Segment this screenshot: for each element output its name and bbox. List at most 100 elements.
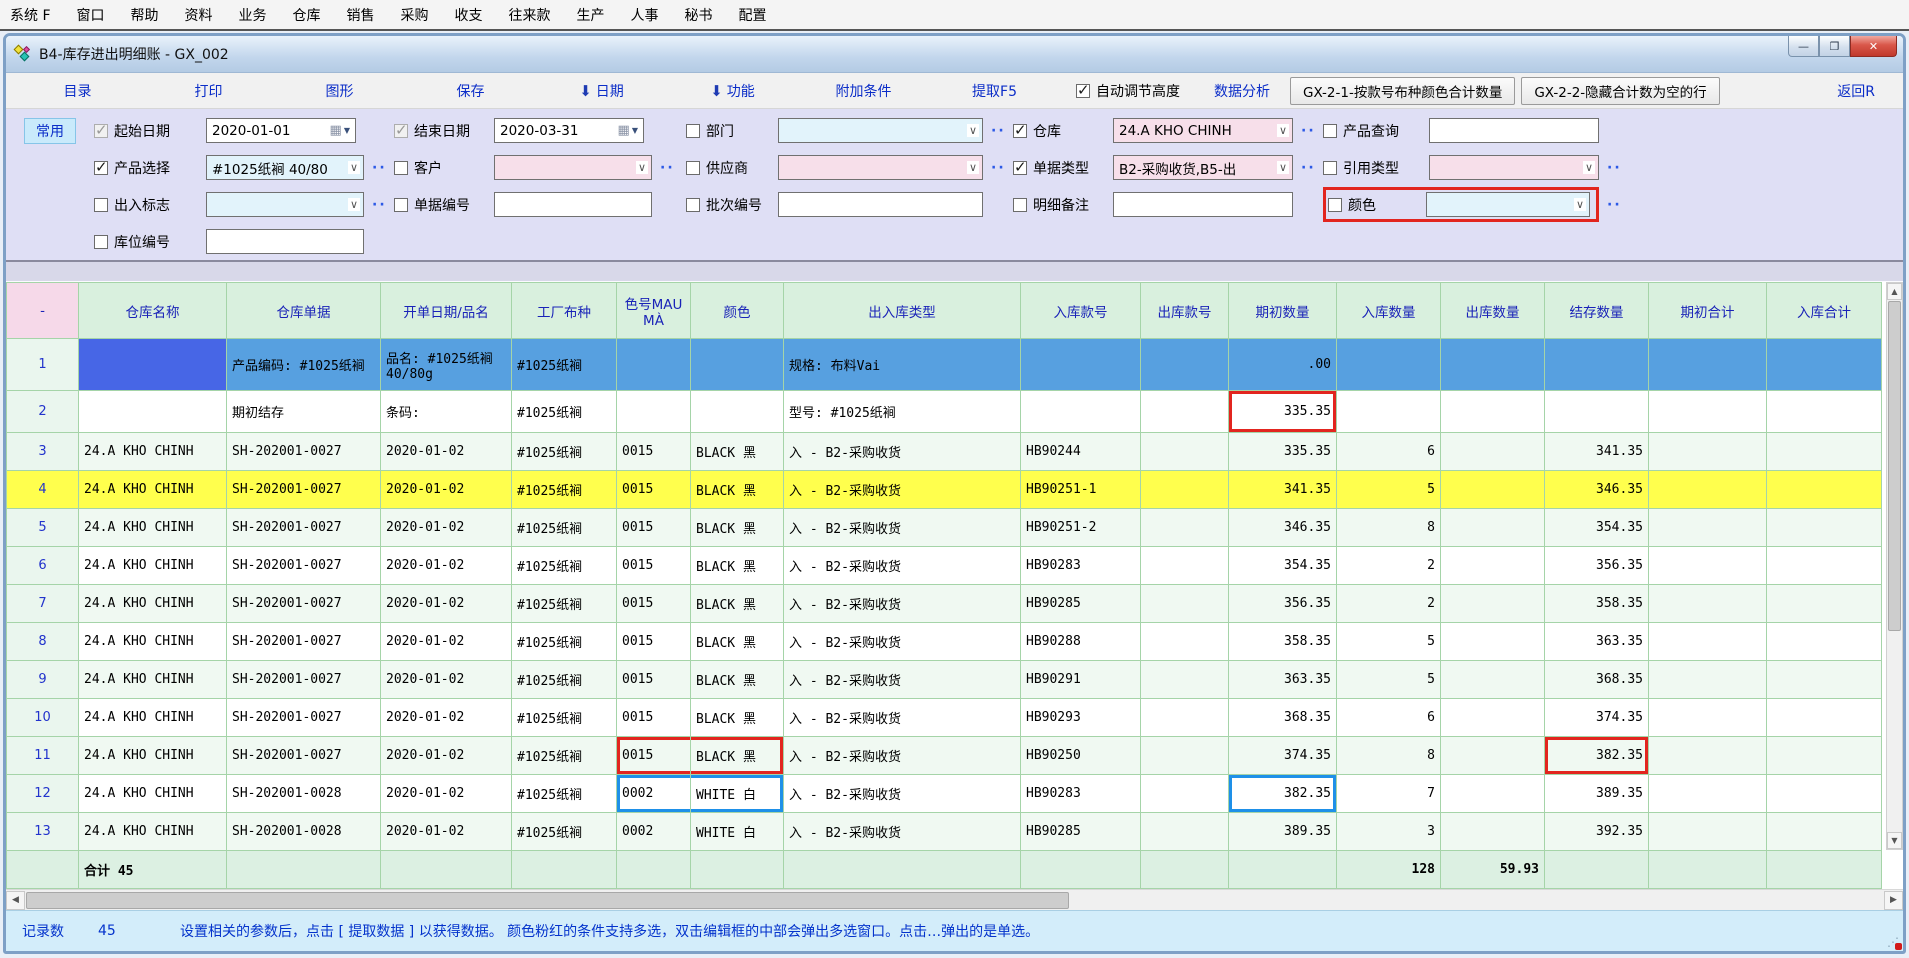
- cell-warehouse[interactable]: 24.A KHO CHINH: [79, 699, 227, 737]
- multi-select-dots[interactable]: ··: [1301, 123, 1323, 139]
- cell-color_no[interactable]: 0015: [617, 699, 691, 737]
- cell-open_total[interactable]: [1649, 471, 1767, 509]
- cell-in_style[interactable]: HB90285: [1021, 585, 1141, 623]
- print-button[interactable]: 打印: [143, 81, 274, 101]
- cell-type[interactable]: 型号: #1025纸裥: [784, 391, 1021, 433]
- cell-date[interactable]: 2020-01-02: [381, 775, 512, 813]
- cell-type[interactable]: 入 - B2-采购收货: [784, 737, 1021, 775]
- cell-type[interactable]: 入 - B2-采购收货: [784, 775, 1021, 813]
- cell-open_total[interactable]: [1649, 813, 1767, 851]
- cell-out_style[interactable]: [1141, 339, 1229, 391]
- cell-balance_qty[interactable]: 389.35: [1545, 775, 1649, 813]
- cell-open_qty[interactable]: 354.35: [1229, 547, 1337, 585]
- cell-fabric[interactable]: #1025纸裥: [512, 471, 617, 509]
- menu-item[interactable]: 配置: [739, 5, 767, 25]
- cell-open_total[interactable]: [1649, 699, 1767, 737]
- cell-in_style[interactable]: HB90293: [1021, 699, 1141, 737]
- cell-date[interactable]: 品名: #1025纸裥 40/80g: [381, 339, 512, 391]
- horizontal-scroll-thumb[interactable]: [26, 892, 1069, 909]
- cell-color_no[interactable]: 0015: [617, 433, 691, 471]
- menu-item[interactable]: 秘书: [685, 5, 713, 25]
- cell-date[interactable]: 2020-01-02: [381, 737, 512, 775]
- cell-color_no[interactable]: 0015: [617, 471, 691, 509]
- menu-item[interactable]: 人事: [631, 5, 659, 25]
- cell-color_no[interactable]: 0002: [617, 775, 691, 813]
- cell-doc[interactable]: SH-202001-0028: [227, 775, 381, 813]
- cell-out_style[interactable]: [1141, 391, 1229, 433]
- cell-warehouse[interactable]: 24.A KHO CHINH: [79, 585, 227, 623]
- supplier-checkbox[interactable]: 供应商: [686, 158, 778, 178]
- ref-type-checkbox[interactable]: 引用类型: [1323, 158, 1429, 178]
- department-dropdown[interactable]: ∨: [778, 118, 983, 143]
- cell-in_qty[interactable]: [1337, 339, 1441, 391]
- cell-warehouse[interactable]: 24.A KHO CHINH: [79, 775, 227, 813]
- cell-in_style[interactable]: HB90288: [1021, 623, 1141, 661]
- cell-out_qty[interactable]: [1441, 339, 1545, 391]
- cell-color[interactable]: BLACK 黑: [691, 661, 784, 699]
- cell-in_qty[interactable]: 2: [1337, 547, 1441, 585]
- cell-in_total[interactable]: [1767, 661, 1882, 699]
- cell-color_no[interactable]: 0015: [617, 585, 691, 623]
- cell-color[interactable]: WHITE 白: [691, 813, 784, 851]
- cell-date[interactable]: 2020-01-02: [381, 813, 512, 851]
- warehouse-checkbox[interactable]: 仓库: [1013, 121, 1113, 141]
- cell-open_qty[interactable]: 335.35: [1229, 391, 1337, 433]
- cell-in_total[interactable]: [1767, 623, 1882, 661]
- cell-open_qty[interactable]: 346.35: [1229, 509, 1337, 547]
- product-select-checkbox[interactable]: 产品选择: [94, 158, 206, 178]
- cell-in_style[interactable]: [1021, 339, 1141, 391]
- detail-note-input[interactable]: [1113, 192, 1293, 217]
- column-header-num[interactable]: -: [7, 283, 79, 339]
- menu-item[interactable]: 销售: [347, 5, 375, 25]
- inout-flag-dropdown[interactable]: ∨: [206, 192, 364, 217]
- cell-open_total[interactable]: [1649, 661, 1767, 699]
- cell-open_total[interactable]: [1649, 391, 1767, 433]
- cell-doc[interactable]: SH-202001-0027: [227, 699, 381, 737]
- cell-in_qty[interactable]: 6: [1337, 699, 1441, 737]
- cell-fabric[interactable]: #1025纸裥: [512, 661, 617, 699]
- column-header-color[interactable]: 颜色: [691, 283, 784, 339]
- cell-out_style[interactable]: [1141, 813, 1229, 851]
- cell-doc[interactable]: SH-202001-0027: [227, 737, 381, 775]
- cell-in_total[interactable]: [1767, 585, 1882, 623]
- cell-in_style[interactable]: HB90283: [1021, 775, 1141, 813]
- cell-type[interactable]: 规格: 布料Vai: [784, 339, 1021, 391]
- warehouse-dropdown[interactable]: 24.A KHO CHINH∨: [1113, 118, 1293, 143]
- doc-no-input[interactable]: [494, 192, 652, 217]
- cell-doc[interactable]: 产品编码: #1025纸裥: [227, 339, 381, 391]
- doc-type-dropdown[interactable]: B2-采购收货,B5-出∨: [1113, 155, 1293, 180]
- cell-balance_qty[interactable]: 374.35: [1545, 699, 1649, 737]
- cell-out_qty[interactable]: [1441, 471, 1545, 509]
- cell-doc[interactable]: SH-202001-0028: [227, 813, 381, 851]
- menu-item[interactable]: 系统 F: [10, 5, 51, 25]
- table-row[interactable]: 624.A KHO CHINHSH-202001-00272020-01-02#…: [7, 547, 1882, 585]
- cell-color_no[interactable]: 0015: [617, 737, 691, 775]
- detail-note-checkbox[interactable]: 明细备注: [1013, 195, 1113, 215]
- multi-select-dots[interactable]: ··: [1301, 160, 1323, 176]
- cell-open_qty[interactable]: 358.35: [1229, 623, 1337, 661]
- cell-open_qty[interactable]: 335.35: [1229, 433, 1337, 471]
- location-no-checkbox[interactable]: 库位编号: [94, 232, 206, 252]
- cell-warehouse[interactable]: 24.A KHO CHINH: [79, 737, 227, 775]
- product-query-input[interactable]: [1429, 118, 1599, 143]
- cell-open_qty[interactable]: 382.35: [1229, 775, 1337, 813]
- menu-item[interactable]: 往来款: [509, 5, 551, 25]
- cell-in_qty[interactable]: 3: [1337, 813, 1441, 851]
- minimize-button[interactable]: —: [1788, 36, 1819, 57]
- close-button[interactable]: ✕: [1850, 36, 1897, 57]
- cell-open_total[interactable]: [1649, 339, 1767, 391]
- cell-warehouse[interactable]: 24.A KHO CHINH: [79, 661, 227, 699]
- cell-in_total[interactable]: [1767, 775, 1882, 813]
- cell-in_style[interactable]: HB90244: [1021, 433, 1141, 471]
- cell-fabric[interactable]: #1025纸裥: [512, 623, 617, 661]
- extra-condition-button[interactable]: 附加条件: [798, 81, 929, 101]
- column-header-balance_qty[interactable]: 结存数量: [1545, 283, 1649, 339]
- cell-color[interactable]: BLACK 黑: [691, 547, 784, 585]
- cell-warehouse[interactable]: [79, 339, 227, 391]
- cell-color_no[interactable]: 0015: [617, 509, 691, 547]
- cell-type[interactable]: 入 - B2-采购收货: [784, 661, 1021, 699]
- menu-item[interactable]: 帮助: [131, 5, 159, 25]
- cell-in_total[interactable]: [1767, 339, 1882, 391]
- cell-out_style[interactable]: [1141, 547, 1229, 585]
- catalog-button[interactable]: 目录: [12, 81, 143, 101]
